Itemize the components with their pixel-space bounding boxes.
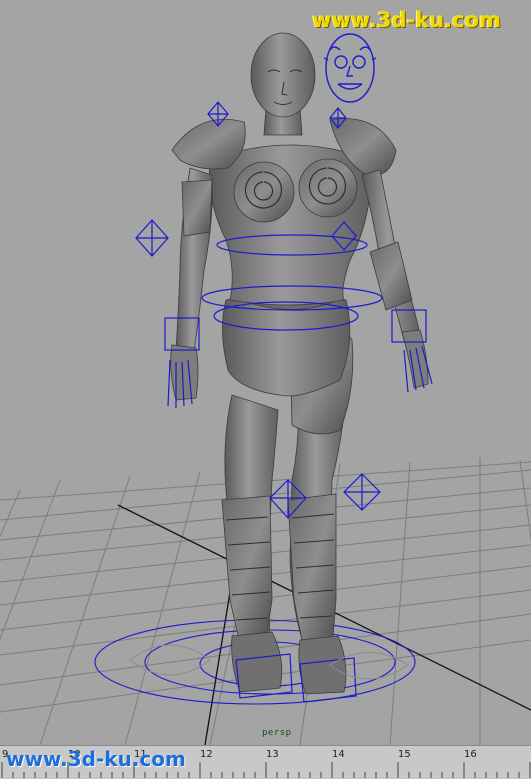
frame-number: 12 <box>200 749 213 760</box>
camera-label: persp <box>262 728 292 738</box>
scene-canvas[interactable] <box>0 0 531 745</box>
frame-number: 16 <box>464 749 477 760</box>
watermark-bottom: www.3d-ku.com <box>6 747 186 771</box>
perspective-viewport[interactable]: persp <box>0 0 531 745</box>
frame-number: 15 <box>398 749 411 760</box>
face-control-icon[interactable] <box>323 33 377 103</box>
watermark-top: www.3d-ku.com <box>312 8 501 32</box>
frame-number: 13 <box>266 749 279 760</box>
character-model[interactable] <box>170 32 429 695</box>
frame-number: 14 <box>332 749 345 760</box>
